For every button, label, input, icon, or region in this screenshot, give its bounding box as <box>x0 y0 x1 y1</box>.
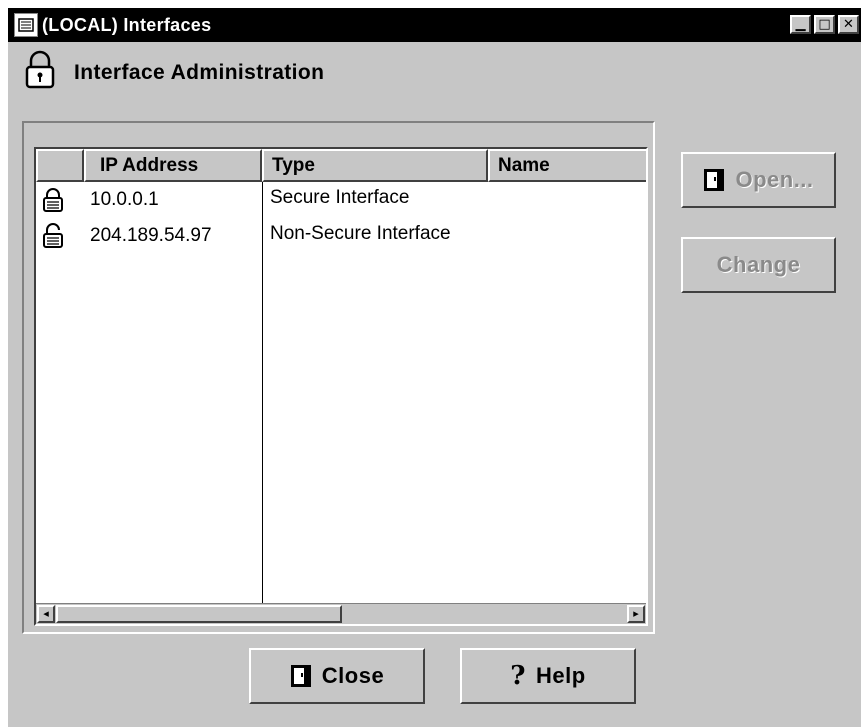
scroll-right-button[interactable]: ▸ <box>627 605 645 623</box>
close-icon: ✕ <box>843 17 854 32</box>
page-header: Interface Administration <box>24 50 324 95</box>
table-row[interactable]: 10.0.0.1 Secure Interface <box>36 183 646 217</box>
horizontal-scrollbar[interactable]: ◂ ▸ <box>36 603 646 624</box>
column-header-lock[interactable] <box>36 149 84 182</box>
scroll-left-button[interactable]: ◂ <box>37 605 55 623</box>
type-cell: Non-Secure Interface <box>270 223 451 244</box>
chevron-left-icon: ◂ <box>43 607 49 620</box>
window-title: (LOCAL) Interfaces <box>42 14 212 35</box>
interfaces-window: (LOCAL) Interfaces ▁ □ ✕ Interface Admin… <box>8 8 861 727</box>
chevron-right-icon: ▸ <box>633 607 639 620</box>
locked-padlock-icon <box>42 187 64 219</box>
change-button[interactable]: Change <box>681 237 836 293</box>
title-bar[interactable]: (LOCAL) Interfaces ▁ □ ✕ <box>8 8 861 42</box>
scroll-thumb[interactable] <box>56 605 342 623</box>
door-icon <box>703 168 725 192</box>
interfaces-group: IP Address Type Name 10.0.0.1 Secure Int… <box>22 121 655 634</box>
help-button[interactable]: ? Help <box>460 648 636 704</box>
ip-address-cell: 204.189.54.97 <box>90 225 212 246</box>
ip-address-cell: 10.0.0.1 <box>90 189 159 210</box>
help-question-icon: ? <box>510 661 527 691</box>
maximize-icon: □ <box>818 17 831 32</box>
column-header-name[interactable]: Name <box>488 149 646 182</box>
interfaces-list[interactable]: IP Address Type Name 10.0.0.1 Secure Int… <box>34 147 648 626</box>
minimize-button[interactable]: ▁ <box>790 15 811 34</box>
column-header-ip-address[interactable]: IP Address <box>84 149 262 182</box>
type-cell: Secure Interface <box>270 187 410 208</box>
minimize-icon: ▁ <box>795 17 806 32</box>
page-title: Interface Administration <box>74 60 325 84</box>
open-button[interactable]: Open... <box>681 152 836 208</box>
unlocked-padlock-icon <box>42 223 64 255</box>
table-row[interactable]: 204.189.54.97 Non-Secure Interface <box>36 219 646 253</box>
app-icon[interactable] <box>14 13 38 37</box>
maximize-button[interactable]: □ <box>814 15 835 34</box>
close-window-button[interactable]: ✕ <box>838 15 859 34</box>
padlock-icon <box>24 50 56 95</box>
door-icon <box>290 664 312 688</box>
close-button[interactable]: Close <box>249 648 425 704</box>
column-header-type[interactable]: Type <box>262 149 488 182</box>
